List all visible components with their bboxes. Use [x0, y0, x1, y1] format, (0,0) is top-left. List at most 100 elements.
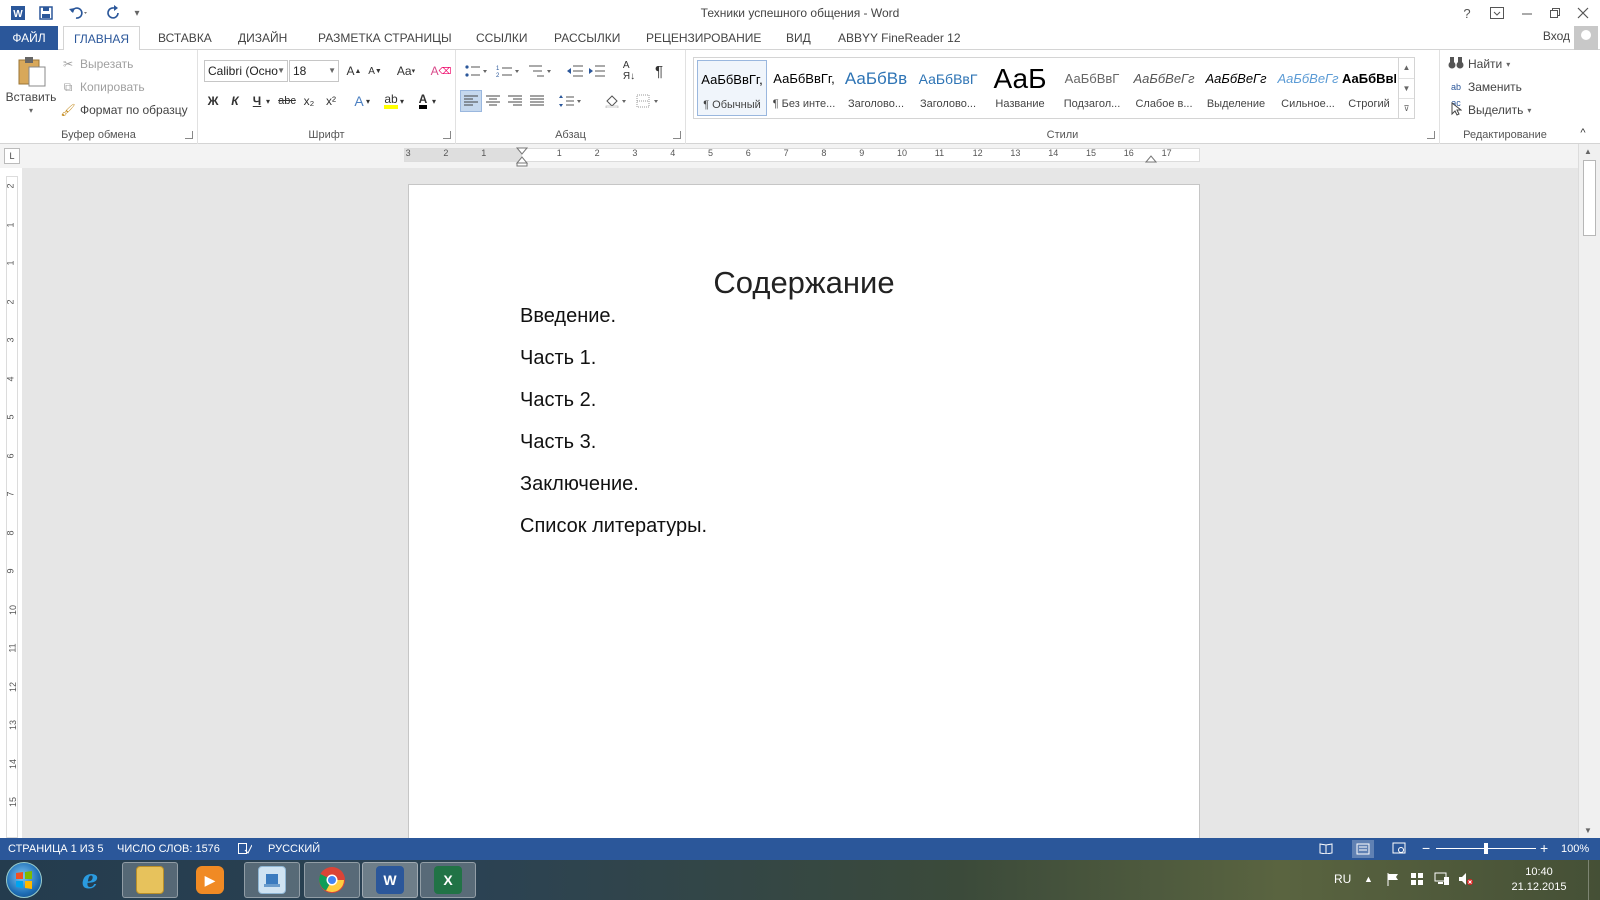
toc-item[interactable]: Часть 3. — [520, 431, 596, 454]
tab-references[interactable]: ССЫЛКИ — [466, 26, 537, 50]
borders-icon[interactable] — [634, 90, 662, 112]
grow-font-icon[interactable]: A ▲ — [343, 60, 365, 82]
sign-in-link[interactable]: Вход — [1543, 29, 1570, 43]
show-formatting-icon[interactable]: ¶ — [648, 60, 670, 82]
tab-insert[interactable]: ВСТАВКА — [148, 26, 222, 50]
indent-marker-icon[interactable] — [515, 147, 529, 167]
paste-dropdown-icon[interactable]: ▾ — [29, 106, 33, 115]
copy-button[interactable]: ⧉ Копировать — [60, 79, 145, 95]
taskbar-ie[interactable]: e — [62, 862, 118, 898]
tab-selector[interactable]: L — [4, 148, 20, 164]
font-name-combo[interactable]: Calibri (Осно ▼ — [204, 60, 288, 82]
paste-button[interactable]: Вставить ▾ — [6, 54, 56, 115]
font-launcher-icon[interactable] — [443, 131, 451, 139]
zoom-level[interactable]: 100% — [1561, 843, 1589, 855]
style-heading-1[interactable]: АаБбВв Заголово... — [841, 60, 911, 116]
taskbar-explorer[interactable] — [122, 862, 178, 898]
zoom-out-button[interactable]: − — [1422, 840, 1430, 856]
decrease-indent-icon[interactable] — [564, 60, 586, 82]
font-size-combo[interactable]: 18 ▼ — [289, 60, 339, 82]
highlight-dropdown-icon[interactable]: ▾ — [396, 90, 408, 112]
align-center-icon[interactable] — [482, 90, 504, 112]
replace-button[interactable]: ab ac Заменить — [1448, 79, 1522, 108]
select-button[interactable]: Выделить ▾ — [1448, 101, 1531, 118]
style-strong[interactable]: АаБбВвГг, Строгий — [1342, 60, 1396, 116]
format-painter-button[interactable]: 🖌 Формат по образцу — [60, 102, 187, 118]
superscript-button[interactable]: x² — [320, 90, 342, 112]
language-indicator[interactable]: РУССКИЙ — [268, 843, 320, 855]
show-hidden-icons-icon[interactable]: ▲ — [1364, 874, 1373, 884]
page-count[interactable]: СТРАНИЦА 1 ИЗ 5 — [8, 843, 104, 855]
clear-formatting-icon[interactable]: A ⌫ — [430, 60, 452, 82]
gallery-up-icon[interactable]: ▲ — [1399, 58, 1414, 78]
tab-design[interactable]: ДИЗАЙН — [228, 26, 297, 50]
sort-icon[interactable]: A Я↓ — [618, 60, 640, 82]
toc-item[interactable]: Заключение. — [520, 473, 639, 496]
ribbon-display-options-icon[interactable] — [1484, 2, 1510, 24]
shading-icon[interactable] — [602, 90, 630, 112]
change-case-icon[interactable]: Aa ▾ — [392, 60, 420, 82]
windows-tray-icon[interactable] — [1410, 872, 1424, 889]
shrink-font-icon[interactable]: A ▼ — [364, 60, 386, 82]
style-subtitle[interactable]: АаБбВвГ Подзагол... — [1057, 60, 1127, 116]
system-clock[interactable]: 10:40 21.12.2015 — [1507, 865, 1571, 895]
tab-mailings[interactable]: РАССЫЛКИ — [544, 26, 630, 50]
scroll-up-icon[interactable]: ▲ — [1584, 147, 1592, 156]
proofing-icon[interactable] — [238, 843, 253, 858]
align-right-icon[interactable] — [504, 90, 526, 112]
document-page[interactable]: Содержание Введение. Часть 1. Часть 2. Ч… — [408, 184, 1200, 844]
cut-button[interactable]: ✂ Вырезать — [60, 56, 133, 72]
style-intense-emphasis[interactable]: АаБбВеГг Сильное... — [1273, 60, 1343, 116]
clipboard-launcher-icon[interactable] — [185, 131, 193, 139]
gallery-more-icon[interactable]: ⊽ — [1399, 98, 1414, 117]
volume-muted-icon[interactable] — [1458, 872, 1474, 889]
numbering-icon[interactable]: 12 — [494, 60, 522, 82]
bold-button[interactable]: Ж — [202, 90, 224, 112]
toc-item[interactable]: Часть 2. — [520, 389, 596, 412]
help-button[interactable]: ? — [1454, 2, 1480, 24]
word-count[interactable]: ЧИСЛО СЛОВ: 1576 — [117, 843, 220, 855]
strikethrough-button[interactable]: abc — [276, 90, 298, 112]
style-emphasis[interactable]: АаБбВеГг Выделение — [1201, 60, 1271, 116]
style-title[interactable]: АаБ Название — [985, 60, 1055, 116]
read-mode-icon[interactable] — [1319, 842, 1333, 857]
avatar[interactable] — [1574, 26, 1598, 50]
subscript-button[interactable]: x₂ — [298, 90, 320, 112]
input-language[interactable]: RU — [1334, 872, 1351, 886]
toc-item[interactable]: Введение. — [520, 305, 616, 328]
collapse-ribbon-icon[interactable]: ^ — [1572, 122, 1594, 144]
toc-item[interactable]: Часть 1. — [520, 347, 596, 370]
gallery-down-icon[interactable]: ▼ — [1399, 78, 1414, 98]
style-normal[interactable]: АаБбВвГг, ¶ Обычный — [697, 60, 767, 116]
style-heading-2[interactable]: АаБбВвГ Заголово... — [913, 60, 983, 116]
styles-launcher-icon[interactable] — [1427, 131, 1435, 139]
select-dropdown-icon[interactable]: ▾ — [1527, 106, 1531, 115]
show-desktop-button[interactable] — [1588, 860, 1600, 900]
zoom-slider-thumb[interactable] — [1484, 843, 1488, 854]
font-color-dropdown-icon[interactable]: ▾ — [428, 90, 440, 112]
tab-abbyy[interactable]: ABBYY FineReader 12 — [828, 26, 971, 50]
align-left-icon[interactable] — [460, 90, 482, 112]
right-indent-marker-icon[interactable] — [1145, 153, 1157, 163]
line-spacing-icon[interactable] — [556, 90, 584, 112]
find-dropdown-icon[interactable]: ▾ — [1506, 60, 1510, 69]
italic-button[interactable]: К — [224, 90, 246, 112]
tab-home[interactable]: ГЛАВНАЯ — [63, 26, 141, 51]
tab-review[interactable]: РЕЦЕНЗИРОВАНИЕ — [636, 26, 771, 50]
justify-icon[interactable] — [526, 90, 548, 112]
style-subtle-emphasis[interactable]: АаБбВеГг Слабое в... — [1129, 60, 1199, 116]
horizontal-ruler[interactable]: 3 2 1 1 2 3 4 5 6 7 8 9 10 11 12 13 14 15 16 17 — [404, 147, 1200, 167]
minimize-icon[interactable] — [1514, 2, 1540, 24]
tab-view[interactable]: ВИД — [776, 26, 821, 50]
find-button[interactable]: Найти ▾ — [1448, 56, 1510, 72]
tab-file[interactable]: ФАЙЛ — [0, 26, 58, 50]
restore-icon[interactable] — [1542, 2, 1568, 24]
close-icon[interactable] — [1570, 2, 1596, 24]
zoom-in-button[interactable]: + — [1540, 840, 1548, 856]
paragraph-launcher-icon[interactable] — [673, 131, 681, 139]
action-center-flag-icon[interactable] — [1386, 872, 1400, 889]
multilevel-list-icon[interactable] — [526, 60, 554, 82]
web-layout-icon[interactable] — [1392, 842, 1406, 857]
taskbar-word[interactable]: W — [362, 862, 418, 898]
vertical-ruler[interactable]: 2 1 1 2 3 4 5 6 7 8 9 10 11 12 13 14 15 — [6, 176, 18, 838]
